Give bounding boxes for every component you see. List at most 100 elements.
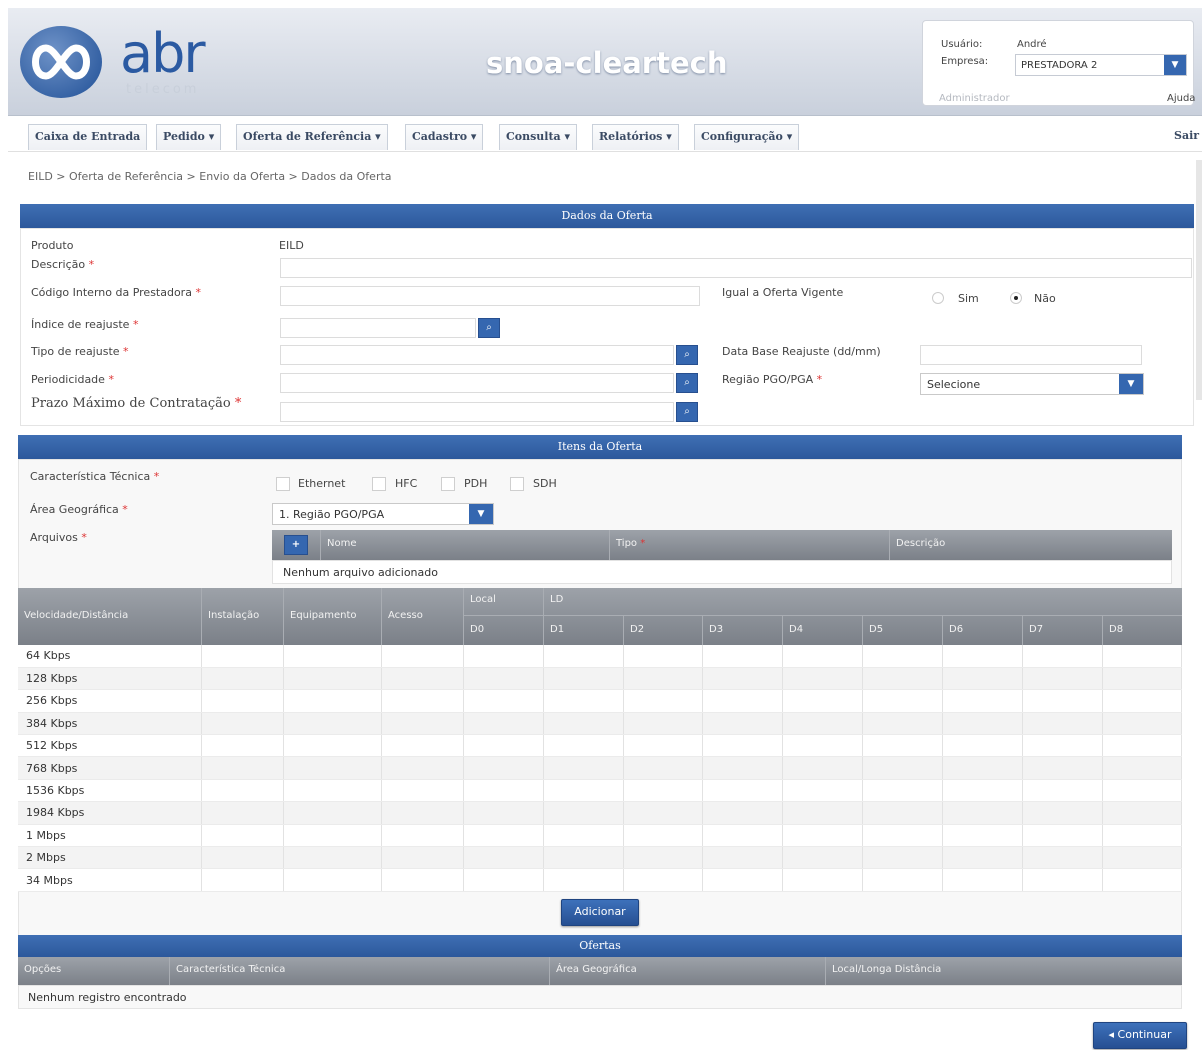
- price-cell[interactable]: [463, 846, 545, 870]
- radio-sim[interactable]: [932, 292, 944, 304]
- search-icon[interactable]: ⌕: [676, 402, 698, 422]
- price-cell[interactable]: [782, 824, 864, 848]
- price-cell[interactable]: [543, 868, 625, 892]
- price-cell[interactable]: [543, 779, 625, 803]
- price-cell[interactable]: [381, 846, 465, 870]
- price-cell[interactable]: [543, 689, 625, 713]
- price-cell[interactable]: [381, 756, 465, 780]
- logout-link[interactable]: Sair: [1168, 124, 1202, 150]
- price-cell[interactable]: [463, 689, 545, 713]
- price-cell[interactable]: [543, 667, 625, 691]
- menu-relatorios[interactable]: Relatórios ▾: [592, 124, 679, 150]
- periodicidade-input[interactable]: [280, 373, 674, 393]
- price-cell[interactable]: [543, 734, 625, 758]
- price-cell[interactable]: [201, 756, 285, 780]
- price-cell[interactable]: [862, 667, 943, 691]
- area-select[interactable]: 1. Região PGO/PGA ▼: [272, 503, 494, 525]
- price-cell[interactable]: [1022, 667, 1103, 691]
- price-cell[interactable]: [942, 689, 1023, 713]
- price-cell[interactable]: [623, 734, 704, 758]
- price-cell[interactable]: [1102, 756, 1183, 780]
- price-cell[interactable]: [862, 868, 943, 892]
- price-cell[interactable]: [381, 645, 465, 668]
- price-cell[interactable]: [463, 779, 545, 803]
- price-cell[interactable]: [283, 868, 383, 892]
- price-cell[interactable]: [381, 868, 465, 892]
- prazo-input[interactable]: [280, 402, 674, 422]
- price-cell[interactable]: [201, 846, 285, 870]
- price-cell[interactable]: [942, 824, 1023, 848]
- price-cell[interactable]: [463, 734, 545, 758]
- price-cell[interactable]: [381, 689, 465, 713]
- price-cell[interactable]: [283, 824, 383, 848]
- price-cell[interactable]: [623, 868, 704, 892]
- price-cell[interactable]: [702, 756, 784, 780]
- price-cell[interactable]: [381, 667, 465, 691]
- price-cell[interactable]: [862, 645, 943, 668]
- price-cell[interactable]: [543, 846, 625, 870]
- price-cell[interactable]: [283, 712, 383, 736]
- price-cell[interactable]: [702, 846, 784, 870]
- price-cell[interactable]: [702, 645, 784, 668]
- price-cell[interactable]: [1022, 801, 1103, 825]
- price-cell[interactable]: [381, 824, 465, 848]
- price-cell[interactable]: [463, 667, 545, 691]
- price-cell[interactable]: [283, 667, 383, 691]
- price-cell[interactable]: [283, 846, 383, 870]
- price-cell[interactable]: [381, 734, 465, 758]
- price-cell[interactable]: [1102, 846, 1183, 870]
- price-cell[interactable]: [201, 645, 285, 668]
- price-cell[interactable]: [1102, 824, 1183, 848]
- add-file-icon[interactable]: +: [284, 535, 308, 555]
- price-cell[interactable]: [942, 801, 1023, 825]
- price-cell[interactable]: [862, 689, 943, 713]
- price-cell[interactable]: [201, 689, 285, 713]
- price-cell[interactable]: [1022, 824, 1103, 848]
- price-cell[interactable]: [463, 756, 545, 780]
- price-cell[interactable]: [1022, 756, 1103, 780]
- price-cell[interactable]: [201, 734, 285, 758]
- price-cell[interactable]: [1022, 689, 1103, 713]
- price-cell[interactable]: [463, 868, 545, 892]
- price-cell[interactable]: [702, 801, 784, 825]
- help-link[interactable]: Ajuda: [1167, 93, 1195, 104]
- price-cell[interactable]: [782, 734, 864, 758]
- price-cell[interactable]: [543, 756, 625, 780]
- price-cell[interactable]: [862, 712, 943, 736]
- price-cell[interactable]: [381, 801, 465, 825]
- menu-oferta-referencia[interactable]: Oferta de Referência ▾: [236, 124, 388, 150]
- price-cell[interactable]: [1022, 868, 1103, 892]
- price-cell[interactable]: [543, 645, 625, 668]
- codigo-input[interactable]: [280, 286, 700, 306]
- checkbox-sdh[interactable]: [510, 477, 524, 491]
- price-cell[interactable]: [623, 712, 704, 736]
- tipo-input[interactable]: [280, 345, 674, 365]
- price-cell[interactable]: [782, 756, 864, 780]
- price-cell[interactable]: [1022, 645, 1103, 668]
- price-cell[interactable]: [1102, 734, 1183, 758]
- price-cell[interactable]: [1102, 801, 1183, 825]
- price-cell[interactable]: [942, 868, 1023, 892]
- add-button[interactable]: Adicionar: [561, 899, 639, 926]
- price-cell[interactable]: [623, 824, 704, 848]
- price-cell[interactable]: [782, 689, 864, 713]
- price-cell[interactable]: [1102, 689, 1183, 713]
- price-cell[interactable]: [782, 779, 864, 803]
- price-cell[interactable]: [283, 645, 383, 668]
- checkbox-ethernet[interactable]: [276, 477, 290, 491]
- price-cell[interactable]: [283, 689, 383, 713]
- data-base-input[interactable]: [920, 345, 1142, 365]
- price-cell[interactable]: [283, 734, 383, 758]
- chevron-down-icon[interactable]: ▼: [1164, 55, 1186, 75]
- price-cell[interactable]: [543, 712, 625, 736]
- indice-input[interactable]: [280, 318, 476, 338]
- price-cell[interactable]: [702, 824, 784, 848]
- menu-pedido[interactable]: Pedido ▾: [156, 124, 222, 150]
- price-cell[interactable]: [862, 824, 943, 848]
- price-cell[interactable]: [201, 779, 285, 803]
- price-cell[interactable]: [623, 667, 704, 691]
- price-cell[interactable]: [782, 712, 864, 736]
- continue-button[interactable]: ◂ Continuar: [1093, 1022, 1187, 1049]
- checkbox-pdh[interactable]: [441, 477, 455, 491]
- price-cell[interactable]: [862, 801, 943, 825]
